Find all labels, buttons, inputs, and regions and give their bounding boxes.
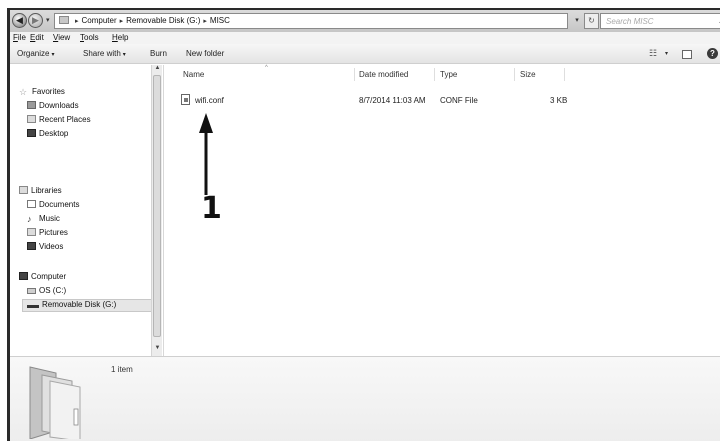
column-header-type[interactable]: Type <box>440 70 457 79</box>
organize-button[interactable]: Organize ▾ <box>17 49 54 58</box>
nav-computer[interactable]: Computer <box>19 272 66 281</box>
menu-tools[interactable]: Tools <box>80 33 99 42</box>
forward-arrow-icon: ▶ <box>32 15 39 25</box>
libraries-icon <box>19 186 28 194</box>
nav-recent-places[interactable]: Recent Places <box>27 115 91 124</box>
burn-button[interactable]: Burn <box>150 49 167 58</box>
navigation-pane: ☆ Favorites Downloads Recent Places Deskt… <box>10 65 154 356</box>
column-header-size[interactable]: Size <box>520 70 536 79</box>
recent-pages-icon[interactable]: ▾ <box>46 16 50 24</box>
nav-scrollbar[interactable]: ▲ ▼ <box>151 65 162 356</box>
forward-button[interactable]: ▶ <box>28 13 43 28</box>
scroll-down-icon[interactable]: ▼ <box>153 345 162 355</box>
file-name[interactable]: wifi.conf <box>195 96 224 105</box>
back-button[interactable]: ◀ <box>12 13 27 28</box>
column-divider[interactable] <box>354 68 355 81</box>
nav-music[interactable]: ♪ Music <box>27 214 60 224</box>
share-with-button[interactable]: Share with ▾ <box>83 49 126 58</box>
column-divider[interactable] <box>564 68 565 81</box>
chevron-down-icon: ▾ <box>51 52 55 58</box>
nav-favorites[interactable]: ☆ Favorites <box>19 87 65 97</box>
documents-icon <box>27 200 36 208</box>
column-header-date-modified[interactable]: Date modified <box>359 70 408 79</box>
nav-os-drive[interactable]: OS (C:) <box>27 286 66 295</box>
nav-pictures[interactable]: Pictures <box>27 228 68 237</box>
folder-large-icon <box>29 366 81 439</box>
hard-drive-icon <box>27 288 36 294</box>
nav-downloads[interactable]: Downloads <box>27 101 79 110</box>
menu-help[interactable]: Help <box>112 33 128 42</box>
preview-pane-icon[interactable] <box>682 50 692 59</box>
file-type: CONF File <box>440 96 478 105</box>
file-date-modified: 8/7/2014 11:03 AM <box>359 96 426 105</box>
address-bar[interactable]: ▸ Computer ▸ Removable Disk (G:) ▸ MISC <box>54 13 568 29</box>
chevron-down-icon: ▾ <box>122 52 126 58</box>
nav-documents[interactable]: Documents <box>27 200 79 209</box>
nav-removable-disk[interactable]: Removable Disk (G:) <box>27 300 116 309</box>
column-divider[interactable] <box>434 68 435 81</box>
removable-disk-icon <box>27 305 39 308</box>
refresh-button[interactable]: ↻ <box>584 13 599 29</box>
menu-file[interactable]: File <box>13 33 26 42</box>
details-pane: 1 item <box>10 356 720 441</box>
breadcrumb-computer[interactable]: Computer <box>82 16 117 25</box>
breadcrumb-misc[interactable]: MISC <box>210 16 230 25</box>
command-toolbar: Organize ▾ Share with ▾ Burn New folder ☷ … <box>10 44 720 64</box>
sort-indicator-icon: ^ <box>265 65 268 71</box>
annotation-label: 1 <box>201 191 222 226</box>
recent-places-icon <box>27 115 36 123</box>
scrollbar-thumb[interactable] <box>153 75 161 337</box>
computer-icon <box>19 272 28 280</box>
menu-bar: File Edit View Tools Help <box>10 32 720 44</box>
nav-libraries[interactable]: Libraries <box>19 186 62 195</box>
videos-icon <box>27 242 36 250</box>
breadcrumb-separator-icon[interactable]: ▸ <box>120 18 124 25</box>
pictures-icon <box>27 228 36 236</box>
music-icon: ♪ <box>27 214 32 224</box>
nav-videos[interactable]: Videos <box>27 242 63 251</box>
menu-edit[interactable]: Edit <box>30 33 44 42</box>
breadcrumb-separator-icon[interactable]: ▸ <box>75 18 79 25</box>
column-header-name[interactable]: Name <box>183 70 204 79</box>
desktop-icon <box>27 129 36 137</box>
annotation-arrow <box>199 113 213 195</box>
file-list-pane: ^ Name Date modified Type Size wifi.conf… <box>163 65 720 356</box>
new-folder-button[interactable]: New folder <box>186 49 224 58</box>
explorer-window: ◀ ▶ ▾ ▸ Computer ▸ Removable Disk (G:) ▸ MISC… <box>7 8 720 441</box>
breadcrumb: ▸ Computer ▸ Removable Disk (G:) ▸ MISC <box>59 16 230 25</box>
column-divider[interactable] <box>514 68 515 81</box>
nav-desktop[interactable]: Desktop <box>27 129 68 138</box>
star-icon: ☆ <box>19 87 28 97</box>
search-placeholder: Search MISC <box>606 17 654 26</box>
address-dropdown-icon[interactable]: ▾ <box>571 14 583 28</box>
item-count: 1 item <box>111 365 133 374</box>
breadcrumb-removable-disk[interactable]: Removable Disk (G:) <box>126 16 200 25</box>
breadcrumb-separator-icon[interactable]: ▸ <box>203 18 207 25</box>
menu-view[interactable]: View <box>53 33 70 42</box>
folder-icon <box>59 16 69 24</box>
search-input[interactable]: Search MISC ⌕ <box>600 13 720 29</box>
view-options-icon[interactable]: ☷ <box>649 48 657 59</box>
help-icon[interactable]: ? <box>707 48 718 59</box>
downloads-icon <box>27 101 36 109</box>
back-arrow-icon: ◀ <box>16 15 23 25</box>
file-size: 3 KB <box>550 96 568 105</box>
config-file-icon <box>181 94 190 105</box>
scroll-up-icon[interactable]: ▲ <box>153 65 162 75</box>
chevron-down-icon[interactable]: ▾ <box>665 50 668 57</box>
address-bar-row: ◀ ▶ ▾ ▸ Computer ▸ Removable Disk (G:) ▸ MISC… <box>10 10 720 32</box>
